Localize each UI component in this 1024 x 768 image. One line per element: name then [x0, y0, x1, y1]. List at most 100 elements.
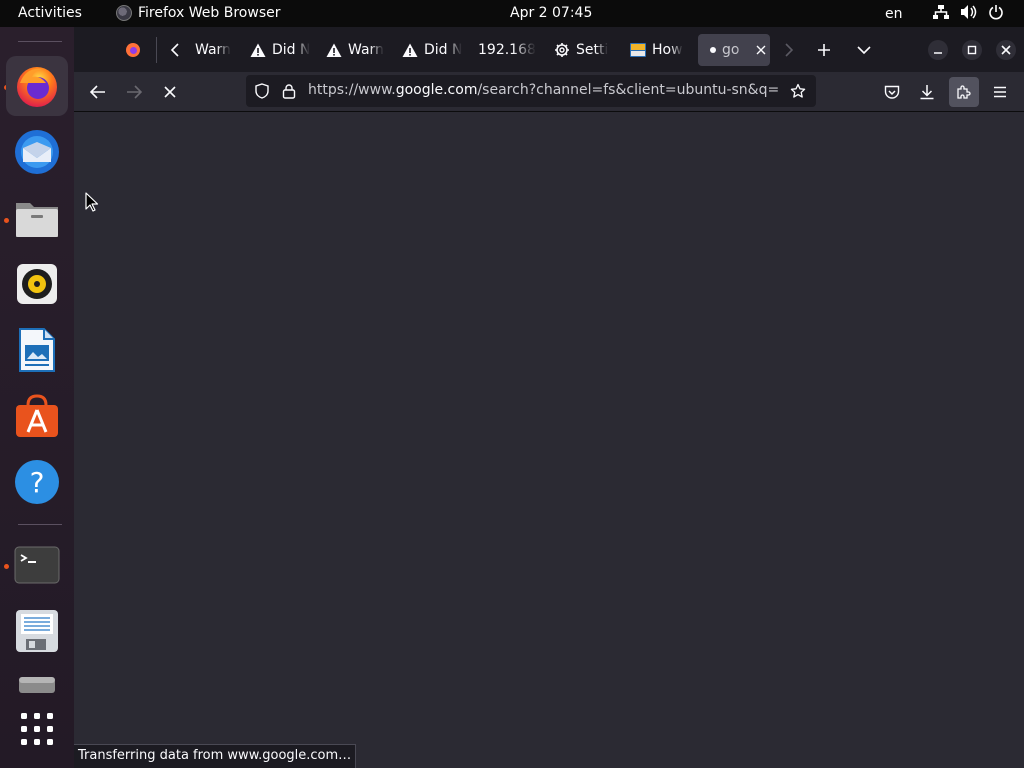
- drive-icon: [19, 677, 55, 693]
- firefox-view-button[interactable]: [118, 35, 148, 65]
- url-host: google.com: [395, 82, 478, 98]
- list-all-tabs-button[interactable]: [849, 35, 879, 65]
- input-language[interactable]: en: [885, 6, 903, 22]
- tab-label: How: [652, 42, 683, 58]
- maximize-icon: [967, 45, 977, 55]
- loading-icon: [710, 47, 716, 53]
- navigation-toolbar: https://www.google.com/search?channel=fs…: [74, 72, 1024, 112]
- dock-libreoffice-writer[interactable]: [6, 320, 68, 380]
- tab-4[interactable]: 192.168: [472, 34, 538, 66]
- bookmark-star-icon[interactable]: [790, 83, 806, 99]
- url-prefix: https://www.: [308, 82, 396, 98]
- back-button[interactable]: [83, 77, 113, 107]
- lock-icon[interactable]: [282, 83, 296, 99]
- scroll-tabs-right-button[interactable]: [774, 35, 804, 65]
- close-tab-icon[interactable]: [756, 45, 766, 55]
- dock-thunderbird[interactable]: [6, 122, 68, 182]
- volume-icon: [961, 5, 977, 19]
- arrow-left-icon: [90, 85, 105, 99]
- dock-rhythmbox[interactable]: [6, 254, 68, 314]
- libreoffice-writer-icon: [19, 328, 55, 372]
- warning-icon: [250, 43, 266, 57]
- tab-6[interactable]: How: [624, 34, 690, 66]
- dock: ?: [0, 27, 74, 768]
- tab-label: Setti: [576, 42, 609, 58]
- activities-button[interactable]: Activities: [18, 5, 82, 21]
- tab-5[interactable]: Setti: [548, 34, 614, 66]
- puzzle-icon: [957, 85, 971, 99]
- tracking-protection-shield-icon[interactable]: [254, 83, 270, 99]
- firefox-icon: [17, 67, 57, 107]
- firefox-view-icon: [126, 43, 140, 57]
- gear-icon: [555, 43, 569, 57]
- dock-drive[interactable]: [6, 667, 68, 703]
- power-icon: [989, 5, 1003, 20]
- tab-3[interactable]: Did N: [396, 34, 466, 66]
- help-icon: ?: [15, 460, 59, 504]
- dock-firefox[interactable]: [6, 56, 68, 116]
- mouse-cursor-icon: [85, 192, 99, 212]
- top-bar: Activities Firefox Web Browser Apr 2 07:…: [0, 0, 1024, 27]
- new-tab-button[interactable]: [809, 35, 839, 65]
- close-window-button[interactable]: [996, 40, 1016, 60]
- rhythmbox-icon: [17, 264, 57, 304]
- dock-terminal[interactable]: [6, 535, 68, 595]
- tab-label: Warn: [195, 42, 231, 58]
- tab-7-selected[interactable]: go: [698, 34, 770, 66]
- tab-2[interactable]: Warn: [320, 34, 390, 66]
- app-menu-button[interactable]: [985, 77, 1015, 107]
- download-icon: [920, 85, 934, 100]
- pocket-button[interactable]: [877, 77, 907, 107]
- dock-app-center[interactable]: [6, 386, 68, 446]
- warning-icon: [326, 43, 342, 57]
- minimize-icon: [934, 52, 942, 54]
- dock-save[interactable]: [6, 601, 68, 661]
- scroll-tabs-left-button[interactable]: [160, 35, 190, 65]
- tab-divider: [156, 37, 157, 63]
- tab-strip: Warn Did N Warn Did N 192.168 Setti How …: [74, 27, 1024, 72]
- close-icon: [1001, 45, 1011, 55]
- url-bar[interactable]: https://www.google.com/search?channel=fs…: [246, 75, 816, 107]
- dock-help[interactable]: ?: [6, 452, 68, 512]
- svg-text:?: ?: [30, 466, 45, 499]
- minimize-button[interactable]: [928, 40, 948, 60]
- extensions-button[interactable]: [949, 77, 979, 107]
- tab-label: go: [722, 42, 740, 58]
- url-path: /search?channel=fs&client=ubuntu-sn&q=d: [477, 82, 780, 98]
- terminal-icon: [14, 546, 60, 584]
- pocket-icon: [884, 85, 900, 99]
- plus-icon: [818, 44, 830, 56]
- page-content[interactable]: Transferring data from www.google.com…: [74, 112, 1024, 768]
- url-text[interactable]: https://www.google.com/search?channel=fs…: [308, 82, 780, 98]
- arrow-right-icon: [127, 85, 142, 99]
- forward-button[interactable]: [119, 77, 149, 107]
- thunderbird-icon: [15, 130, 59, 174]
- stop-icon: [164, 86, 176, 98]
- foss-linux-icon: [630, 43, 646, 57]
- app-menu[interactable]: Firefox Web Browser: [116, 5, 281, 21]
- dock-app-grid[interactable]: [6, 699, 68, 759]
- tab-label: Warn: [348, 42, 384, 58]
- stop-button[interactable]: [155, 77, 185, 107]
- hamburger-menu-icon: [994, 86, 1006, 98]
- tab-1[interactable]: Did N: [244, 34, 314, 66]
- files-icon: [16, 203, 58, 237]
- dock-top-indicator: [18, 41, 62, 42]
- tab-label: Did N: [424, 42, 463, 58]
- firefox-mini-icon: [116, 5, 132, 21]
- app-grid-icon: [21, 713, 53, 745]
- app-center-icon: [16, 394, 58, 437]
- system-tray[interactable]: [932, 4, 1004, 20]
- dock-files[interactable]: [6, 188, 68, 248]
- floppy-icon: [16, 610, 58, 652]
- chevron-left-icon: [170, 43, 179, 57]
- status-panel: Transferring data from www.google.com…: [74, 744, 357, 768]
- downloads-button[interactable]: [912, 77, 942, 107]
- maximize-button[interactable]: [962, 40, 982, 60]
- clock[interactable]: Apr 2 07:45: [510, 5, 592, 21]
- chevron-right-icon: [785, 43, 794, 57]
- tab-0[interactable]: Warn: [189, 34, 249, 66]
- dock-separator: [18, 524, 62, 525]
- tab-label: Did N: [272, 42, 311, 58]
- firefox-window: Warn Did N Warn Did N 192.168 Setti How …: [74, 27, 1024, 768]
